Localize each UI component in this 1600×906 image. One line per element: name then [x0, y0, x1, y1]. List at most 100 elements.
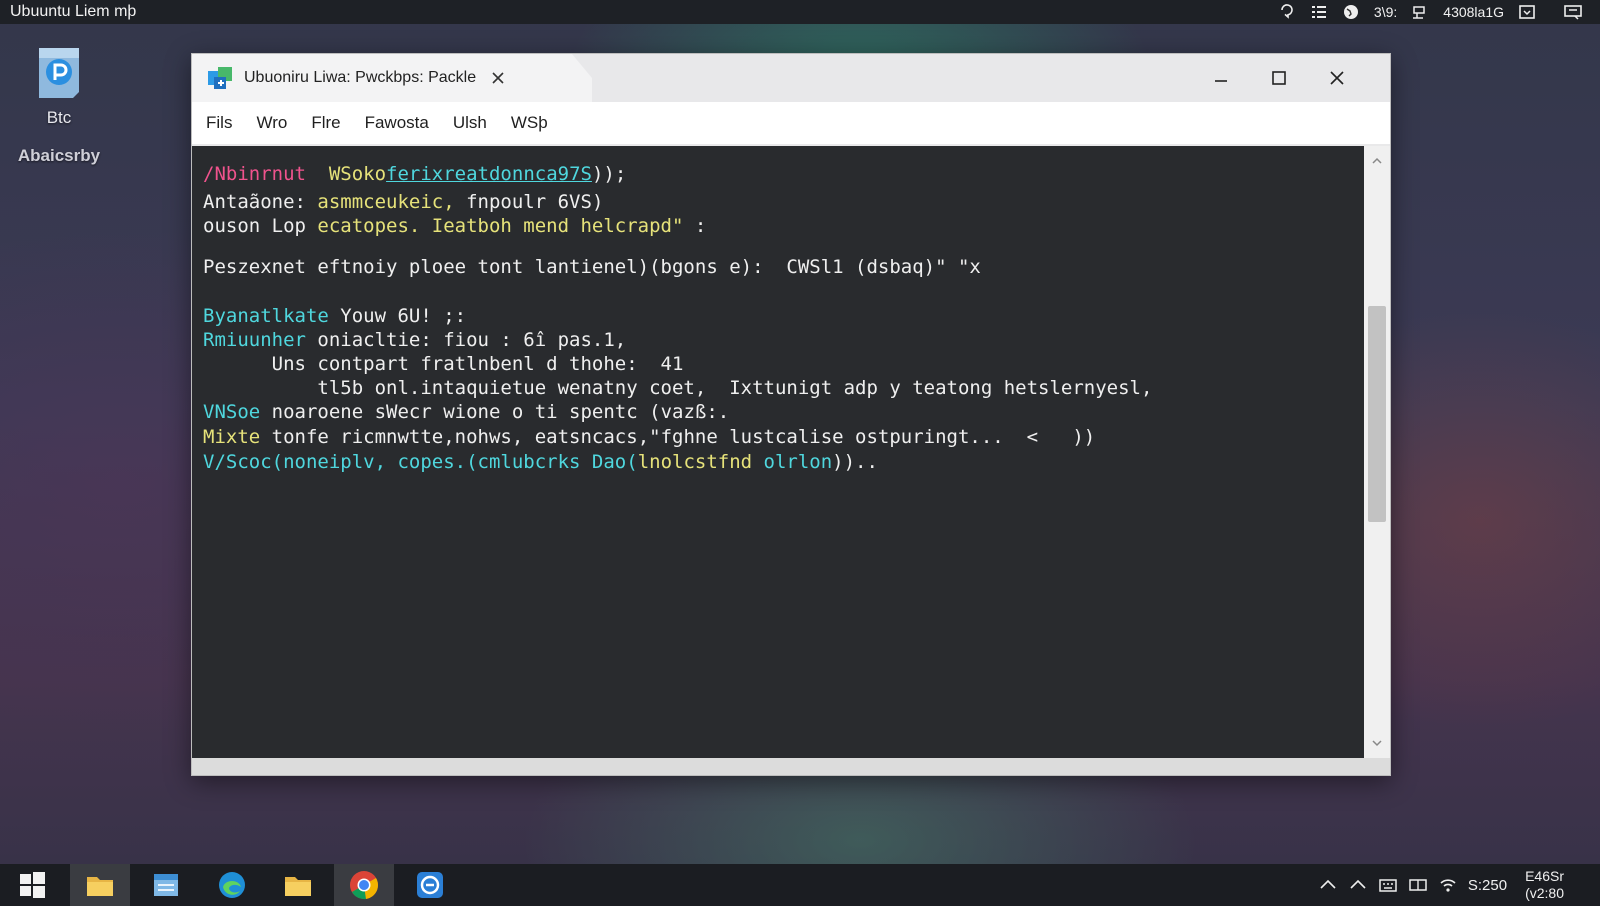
taskbar-folder2-button[interactable] — [268, 864, 328, 906]
terminal-output[interactable]: /Nbinrnut WSokoferixreatdonnca97S)); Ant… — [192, 146, 1364, 758]
term-seg: ecatopes. Ieatboh mend helcrapd" — [317, 215, 684, 237]
menu-grid-icon[interactable] — [1310, 4, 1328, 20]
terminal-line: Uns contpart fratlnbenl d thohe: 41 — [203, 352, 684, 376]
term-seg: olrlon — [752, 451, 833, 473]
terminal-line: tl5b onl.intaquietue wenatny coet, Ixttu… — [203, 376, 1152, 400]
taskbar: S:250 E46Sr (v2:80 — [0, 864, 1600, 906]
menu-item-file[interactable]: Fils — [192, 113, 244, 133]
chevron-up-icon[interactable] — [1318, 876, 1338, 894]
menu-item-3[interactable]: Flre — [299, 113, 352, 133]
scroll-down-icon[interactable] — [1370, 736, 1384, 750]
file-manager-icon — [154, 874, 178, 896]
term-seg: Youw 6U! ;: — [328, 305, 467, 327]
menu-item-6[interactable]: WSþ — [499, 113, 560, 133]
term-seg: ferixreatdonnca97S — [386, 163, 592, 185]
tray-status-text: 3\9: — [1373, 4, 1398, 20]
term-seg: V/Scoc(noneiplv, — [203, 451, 387, 473]
term-seg: lnolcstfnd — [637, 451, 753, 473]
term-seg: Uns contpart fratlnbenl d thohe: 41 — [203, 353, 684, 375]
clock-line-2: (v2:80 — [1525, 885, 1564, 901]
question-bubble-icon[interactable] — [1278, 4, 1296, 20]
term-seg: Mixte — [203, 426, 261, 448]
terminal-line: Byanatlkate Youw 6U! ;: — [203, 304, 466, 328]
clock-line-1: E46Sr — [1525, 868, 1564, 884]
system-tray: S:250 E46Sr (v2:80 — [1318, 868, 1600, 902]
minimize-icon — [1215, 80, 1227, 82]
scroll-up-icon[interactable] — [1370, 154, 1384, 168]
scrollbar-thumb[interactable] — [1368, 306, 1386, 522]
term-seg — [306, 163, 329, 185]
tab-title: Ubuoniru Liwa: Pwckbps: Packle — [244, 69, 477, 86]
term-seg: VNSoe — [203, 401, 261, 423]
terminal-line: Mixte tonfe ricmnwtte,nohws, eatsncacs,"… — [203, 425, 1095, 449]
desktop-shortcut[interactable]: Btc Abaicsrby — [8, 44, 110, 166]
top-tray: 3\9: 4308la1G — [1278, 4, 1600, 20]
terminal-line: ouson Lop ecatopes. Ieatboh mend helcrap… — [203, 214, 706, 238]
window-titlebar[interactable]: Ubuoniru Liwa: Pwckbps: Packle — [192, 54, 1390, 102]
start-button[interactable] — [0, 864, 64, 906]
top-panel: Ubuuntu Liem mþ 3\9: 4308la1G — [0, 0, 1600, 24]
menu-item-2[interactable]: Wro — [244, 113, 299, 133]
wifi-icon[interactable] — [1438, 876, 1458, 894]
taskbar-files-button[interactable] — [136, 864, 196, 906]
tab-close-icon[interactable] — [490, 70, 506, 86]
folder-icon — [285, 877, 311, 896]
device-icon[interactable] — [1411, 4, 1429, 20]
term-seg: tonfe ricmnwtte,nohws, eatsncacs,"fghne … — [260, 426, 1096, 448]
clock[interactable]: E46Sr (v2:80 — [1525, 868, 1564, 902]
edge-browser-icon — [219, 872, 245, 898]
terminal-line: Antaãone: asmmceukeic, fnpoulr 6VS) — [203, 190, 603, 214]
term-seg: WSoko — [328, 163, 387, 185]
top-panel-title[interactable]: Ubuuntu Liem mþ — [0, 3, 136, 21]
desktop-shortcut-label: Btc — [46, 108, 72, 127]
menu-item-5[interactable]: Ulsh — [441, 113, 499, 133]
notification-icon[interactable] — [1564, 4, 1582, 20]
menu-item-4[interactable]: Fawosta — [353, 113, 441, 133]
app-window: Ubuoniru Liwa: Pwckbps: Packle Fils Wro … — [191, 53, 1391, 776]
calendar-icon[interactable] — [1518, 4, 1536, 20]
window-tab[interactable]: Ubuoniru Liwa: Pwckbps: Packle — [192, 54, 592, 102]
term-seg: asmmceukeic, — [317, 191, 455, 213]
terminal-line: Peszexnet eftnoiy ploee tont lantienel)(… — [203, 255, 981, 279]
term-seg: copes.(cmlubcrks Dao( — [386, 451, 638, 473]
folder-icon — [87, 877, 113, 896]
app-shortcut-icon[interactable] — [33, 44, 85, 100]
close-icon — [1330, 71, 1344, 85]
term-seg: fnpoulr 6VS) — [454, 191, 604, 213]
term-seg: ouson Lop — [203, 215, 318, 237]
term-seg: Antaãone: — [203, 191, 318, 213]
term-seg: /Nbinrnut — [203, 163, 306, 185]
vertical-scrollbar[interactable] — [1364, 146, 1390, 758]
terminal-line: Rmiuunher oniacltie: fiou : 6î pas.1, — [203, 328, 626, 352]
tray-date-text: 4308la1G — [1443, 4, 1504, 20]
menu-bar: Fils Wro Flre Fawosta Ulsh WSþ — [192, 102, 1390, 144]
taskbar-app-button[interactable] — [400, 864, 460, 906]
taskbar-edge-button[interactable] — [202, 864, 262, 906]
chevron-up-icon[interactable] — [1348, 876, 1368, 894]
terminal-line: V/Scoc(noneiplv, copes.(cmlubcrks Dao(ln… — [203, 450, 878, 474]
terminal-line: /Nbinrnut WSokoferixreatdonnca97S)); — [203, 162, 626, 186]
globe-icon[interactable] — [1342, 4, 1360, 20]
term-seg: tl5b onl.intaquietue wenatny coet, Ixttu… — [203, 377, 1153, 399]
term-seg: Rmiuunher — [203, 329, 306, 351]
tray-text[interactable]: S:250 — [1468, 877, 1507, 894]
term-seg: )).. — [832, 451, 878, 473]
desktop-shortcut-sublabel: Abaicsrby — [17, 146, 101, 165]
minimize-button[interactable] — [1192, 54, 1250, 102]
term-seg: Byanatlkate — [203, 305, 329, 327]
chrome-icon — [350, 871, 378, 900]
taskbar-folder-button[interactable] — [70, 864, 130, 906]
display-icon[interactable] — [1408, 876, 1428, 894]
terminal-line: VNSoe noaroene sWecr wione o ti spentc (… — [203, 400, 729, 424]
app-circle-icon — [417, 872, 443, 898]
term-seg: oniacltie: fiou : 6î pas.1, — [305, 329, 627, 351]
taskbar-chrome-button[interactable] — [334, 864, 394, 906]
close-button[interactable] — [1308, 54, 1366, 102]
maximize-button[interactable] — [1250, 54, 1308, 102]
app-logo-icon — [208, 67, 232, 89]
term-seg: : — [683, 215, 707, 237]
windows-start-icon — [20, 872, 45, 898]
term-seg: noaroene sWecr wione o ti spentc (vazß:. — [260, 401, 730, 423]
keyboard-icon[interactable] — [1378, 876, 1398, 894]
maximize-icon — [1272, 71, 1286, 85]
